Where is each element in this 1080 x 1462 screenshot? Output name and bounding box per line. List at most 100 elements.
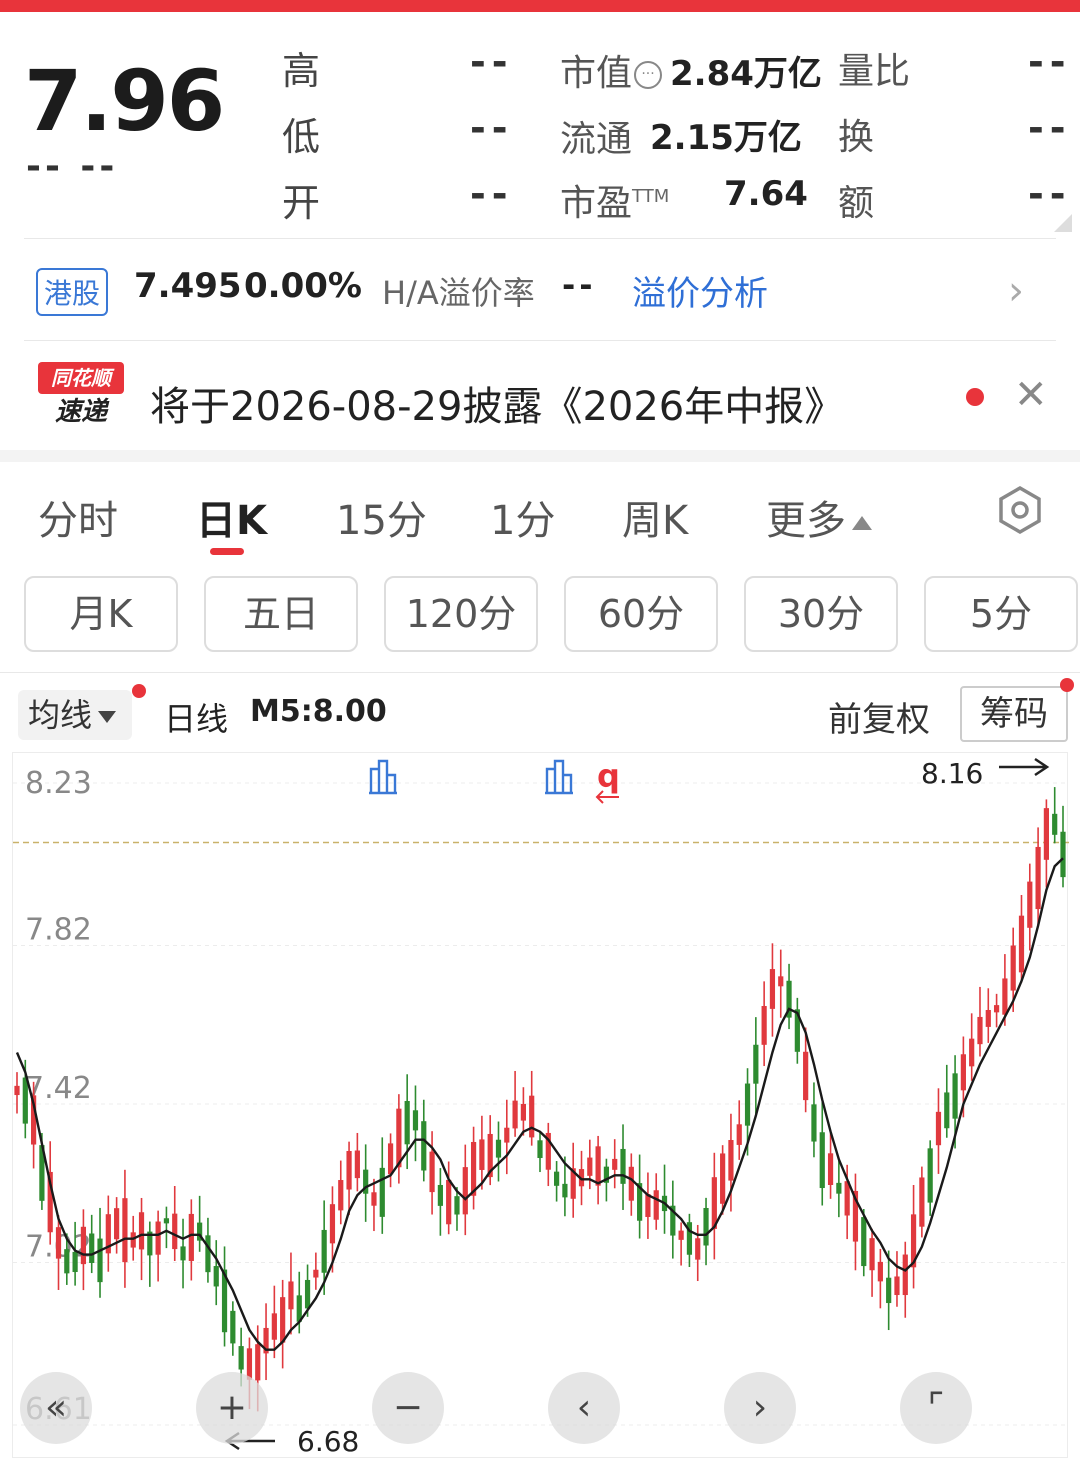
candle-body: [138, 1212, 145, 1250]
period-5min[interactable]: 5分: [924, 576, 1078, 652]
period-five-day[interactable]: 五日: [204, 576, 358, 652]
news-headline[interactable]: 将于2026-08-29披露《2026年中报》: [150, 374, 844, 432]
zoom-out-icon[interactable]: −: [372, 1372, 444, 1444]
candle-body: [803, 1051, 809, 1101]
info-icon[interactable]: ···: [634, 61, 663, 89]
tab-intraday[interactable]: 分时: [38, 488, 118, 546]
section-gap: [0, 450, 1080, 462]
candle-body: [587, 1157, 593, 1176]
candle-body: [404, 1100, 410, 1145]
kline-chart-canvas[interactable]: 8.237.827.427.026.618.166.68q: [13, 753, 1069, 1459]
chip-distribution-button[interactable]: 筹码: [960, 686, 1068, 742]
candle-body: [122, 1198, 128, 1263]
candle-body: [89, 1233, 95, 1263]
rewind-icon[interactable]: «: [20, 1372, 92, 1444]
period-monthly-k[interactable]: 月K: [24, 576, 178, 652]
period-60min[interactable]: 60分: [564, 576, 718, 652]
float-cap-label: 流通: [560, 119, 633, 160]
candle-body: [371, 1192, 377, 1206]
candle-body: [22, 1077, 28, 1124]
ha-premium-value: --: [562, 266, 597, 304]
period-120min[interactable]: 120分: [384, 576, 538, 652]
candle-body: [861, 1217, 867, 1267]
volume-ratio-label: 量比: [838, 51, 911, 92]
tab-1min[interactable]: 1分: [490, 488, 555, 546]
candle-body: [387, 1143, 394, 1175]
low-label: 低: [282, 115, 321, 159]
max-arrow-icon: [999, 757, 1050, 777]
tab-more[interactable]: 更多: [766, 488, 872, 546]
candle-body: [993, 1005, 1000, 1013]
candle-body: [1002, 978, 1008, 1015]
last-price: 7.96: [24, 52, 225, 150]
indicator-dropdown[interactable]: 均线: [18, 690, 132, 740]
candle-body: [238, 1346, 244, 1370]
candle-body: [280, 1297, 286, 1343]
line-type-label: 日线: [164, 700, 229, 738]
candle-body: [985, 1009, 991, 1027]
candle-body: [163, 1218, 170, 1224]
candle-body: [977, 1016, 983, 1045]
candle-body: [628, 1166, 634, 1201]
pe-ttm: TTM: [632, 186, 670, 207]
close-icon[interactable]: ✕: [1014, 372, 1048, 418]
divider: [0, 672, 1080, 673]
candle-body: [769, 969, 776, 1009]
ha-premium-label: H/A溢价率: [382, 274, 535, 312]
dividend-event-icon[interactable]: [545, 759, 573, 795]
candle-body: [329, 1204, 336, 1244]
fullscreen-icon[interactable]: ⌜: [900, 1372, 972, 1444]
logo-bottom-text: 速递: [54, 397, 107, 427]
expand-corner-icon[interactable]: [1054, 214, 1072, 232]
float-cap-value: 2.15万亿: [650, 118, 802, 158]
scroll-left-icon[interactable]: ‹: [548, 1372, 620, 1444]
candle-body: [1018, 915, 1025, 973]
forward-adjust-toggle[interactable]: 前复权: [828, 692, 930, 741]
tab-daily-k[interactable]: 日K: [196, 488, 267, 546]
hk-stock-badge[interactable]: 港股: [36, 268, 109, 316]
candle-body: [894, 1276, 900, 1296]
market-cap-label[interactable]: 市值 ···: [560, 44, 663, 96]
candle-body: [1052, 813, 1058, 835]
candle-body: [304, 1279, 311, 1309]
settings-gear-icon[interactable]: [994, 484, 1046, 536]
tab-more-label: 更多: [766, 498, 846, 544]
scroll-right-icon[interactable]: ›: [724, 1372, 796, 1444]
candle-body: [454, 1196, 460, 1215]
candle-body: [612, 1158, 618, 1170]
candle-body: [827, 1153, 834, 1185]
notification-dot-icon: [1060, 678, 1074, 692]
tab-weekly-k[interactable]: 周K: [622, 488, 688, 546]
candle-body: [155, 1221, 161, 1255]
candle-body: [778, 976, 784, 987]
candle-body: [744, 1083, 751, 1126]
candle-body: [354, 1150, 360, 1179]
hk-change: 0.00%: [244, 266, 362, 306]
zoom-in-icon[interactable]: +: [196, 1372, 268, 1444]
candle-body: [55, 1227, 62, 1259]
candle-body: [130, 1232, 136, 1248]
candle-body: [412, 1110, 419, 1131]
market-cap-value: 2.84万亿: [670, 54, 822, 94]
candle-body: [396, 1108, 402, 1168]
candle-body: [180, 1246, 186, 1261]
candle-body: [504, 1127, 510, 1143]
chevron-right-icon[interactable]: ›: [1008, 268, 1024, 314]
period-30min[interactable]: 30分: [744, 576, 898, 652]
dividend-event-icon[interactable]: [369, 759, 397, 795]
candle-body: [1010, 945, 1016, 991]
tab-15min[interactable]: 15分: [336, 488, 427, 546]
candle-body: [188, 1213, 194, 1261]
kline-chart[interactable]: 8.237.827.427.026.618.166.68q: [12, 752, 1069, 1459]
caret-up-icon: [852, 516, 872, 530]
candle-body: [1027, 881, 1033, 928]
candle-body: [213, 1266, 219, 1287]
hk-price: 7.495: [134, 266, 242, 306]
y-tick-label: 8.23: [25, 766, 92, 801]
candle-body: [554, 1171, 560, 1186]
candle-body: [495, 1139, 502, 1158]
candle-body: [529, 1095, 535, 1138]
logo-top-text: 同花顺: [38, 362, 124, 394]
premium-analysis-link[interactable]: 溢价分析: [632, 266, 768, 315]
candle-body: [479, 1139, 485, 1170]
